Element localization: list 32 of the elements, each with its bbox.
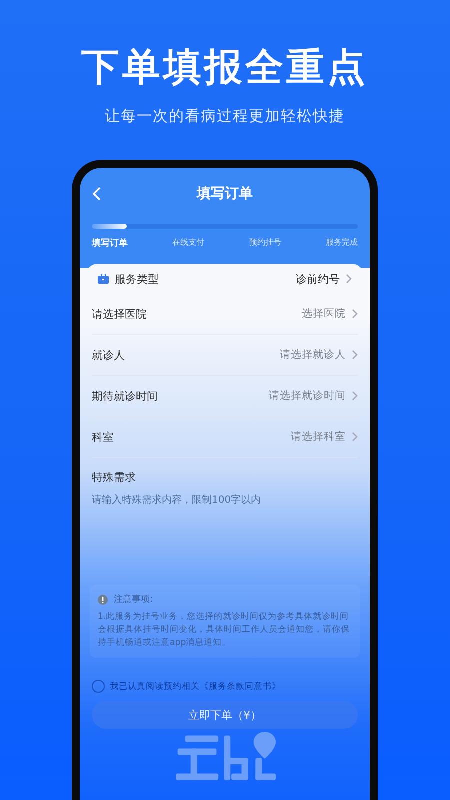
field-placeholder[interactable]: 请选择就诊时间 [269, 389, 346, 403]
service-value: 诊前约号 [296, 272, 340, 286]
step-label: 在线支付 [172, 237, 205, 249]
field-placeholder[interactable]: 请选择就诊人 [280, 348, 346, 362]
step-label: 预约挂号 [249, 237, 282, 249]
notice-text: 1.此服务为挂号业务，您选择的就诊时间仅为参考具体就诊时间会根据具体挂号时间变化，具体时间工作人员会通知您，请你保持手机畅通或注意app消息通知。 [98, 611, 351, 650]
field-label: 科室 [92, 430, 114, 444]
step-label: 服务完成 [326, 237, 358, 249]
step-label: 填写订单 [92, 237, 128, 250]
field-label: 特殊需求 [92, 470, 137, 485]
chevron-icon [352, 350, 358, 360]
agreement-text: 我已认真阅读预约相关《服务条款同意书》 [110, 680, 281, 692]
screen-title: 填写订单 [197, 185, 253, 203]
field-placeholder[interactable]: 请选择科室 [291, 430, 346, 444]
field-placeholder[interactable]: 选择医院 [302, 307, 346, 321]
special-request-field[interactable]: 请输入特殊需求内容，限制100字以内 [92, 493, 358, 507]
headline: 下单填报全重点 [82, 44, 368, 91]
briefcase-icon [98, 274, 109, 284]
service-label: 服务类型 [115, 272, 159, 286]
chevron-icon [352, 432, 358, 442]
chevron-icon [346, 274, 352, 284]
notice-title: 注意事项: [114, 594, 154, 606]
chevron-icon [352, 391, 358, 401]
submit-button[interactable]: 立即下单（¥） [92, 701, 358, 729]
agreement-checkbox[interactable] [92, 680, 105, 693]
field-label: 请选择医院 [92, 306, 147, 322]
chevron-icon [352, 309, 358, 319]
field-label: 就诊人 [92, 348, 125, 362]
exclamation-icon [98, 594, 108, 604]
subtitle: 让每一次的看病过程更加轻松快捷 [105, 107, 345, 126]
back-icon[interactable] [92, 187, 102, 201]
field-label: 期待就诊时间 [92, 388, 158, 404]
